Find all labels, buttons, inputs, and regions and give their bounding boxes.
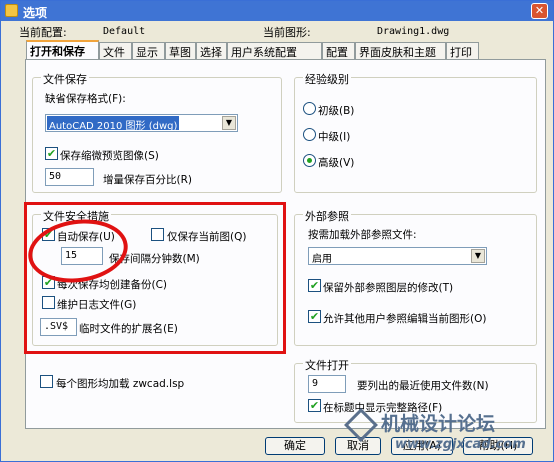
watermark-url: www.zgjxcad.com — [395, 437, 526, 452]
default-format-select[interactable]: AutoCAD 2010 图形 (dwg) ▼ — [45, 114, 238, 132]
file-open-title: 文件打开 — [303, 357, 351, 373]
default-format-value: AutoCAD 2010 图形 (dwg) — [47, 116, 180, 132]
app-icon — [5, 4, 18, 17]
tab-plot[interactable]: 打印 — [446, 42, 479, 59]
file-save-title: 文件保存 — [41, 71, 89, 87]
tab-user-preferences[interactable]: 用户系统配置 — [227, 42, 322, 59]
tab-skin-theme[interactable]: 界面皮肤和主题 — [355, 42, 446, 59]
tab-open-save[interactable]: 打开和保存 — [26, 40, 99, 60]
ok-button[interactable]: 确定 — [265, 437, 325, 455]
tab-display[interactable]: 显示 — [132, 42, 165, 59]
experience-intermediate-label: 中级(I) — [318, 131, 351, 143]
title-bar[interactable]: 选项 ✕ — [1, 1, 553, 21]
current-config-label: 当前配置: — [19, 26, 67, 39]
experience-title: 经验级别 — [303, 71, 351, 87]
incremental-save-input[interactable]: 50 — [45, 168, 94, 186]
experience-advanced-radio[interactable] — [303, 154, 316, 167]
close-icon[interactable]: ✕ — [531, 3, 548, 19]
current-drawing-value: Drawing1.dwg — [377, 26, 450, 37]
allow-xref-edit-checkbox[interactable]: ✔ — [308, 310, 321, 323]
recent-files-input[interactable]: 9 — [308, 375, 346, 393]
watermark-text: 机械设计论坛 — [381, 413, 496, 435]
experience-beginner-label: 初级(B) — [318, 105, 355, 117]
demand-load-value: 启用 — [312, 254, 332, 265]
load-each-drawing-checkbox[interactable] — [40, 375, 53, 388]
experience-beginner-radio[interactable] — [303, 102, 316, 115]
recent-files-label: 要列出的最近使用文件数(N) — [357, 380, 489, 392]
chevron-down-icon[interactable]: ▼ — [471, 249, 485, 263]
chevron-down-icon[interactable]: ▼ — [222, 116, 236, 130]
experience-intermediate-radio[interactable] — [303, 128, 316, 141]
tab-files[interactable]: 文件 — [99, 42, 132, 59]
current-drawing-label: 当前图形: — [263, 26, 311, 39]
current-config-value: Default — [103, 26, 146, 37]
options-dialog: 选项 ✕ 当前配置: Default 当前图形: Drawing1.dwg 打开… — [0, 0, 554, 462]
save-thumbnail-label: 保存缩微预览图像(S) — [60, 150, 159, 162]
incremental-save-label: 增量保存百分比(R) — [103, 174, 192, 186]
experience-advanced-label: 高级(V) — [318, 157, 355, 169]
demand-load-select[interactable]: 启用 ▼ — [308, 247, 487, 265]
save-thumbnail-checkbox[interactable]: ✔ — [45, 147, 58, 160]
window-title: 选项 — [23, 6, 48, 20]
tab-drafting[interactable]: 草图 — [165, 42, 196, 59]
xref-title: 外部参照 — [303, 208, 351, 224]
allow-xref-edit-label: 允许其他用户参照编辑当前图形(O) — [323, 313, 487, 325]
full-path-checkbox[interactable]: ✔ — [308, 399, 321, 412]
tab-selection[interactable]: 选择 — [196, 42, 227, 59]
demand-load-label: 按需加载外部参照文件: — [308, 229, 417, 241]
default-format-label: 缺省保存格式(F): — [45, 93, 126, 105]
tab-profiles[interactable]: 配置 — [322, 42, 355, 59]
site-watermark: 机械设计论坛 www.zgjxcad.com — [344, 408, 549, 461]
retain-xref-changes-checkbox[interactable]: ✔ — [308, 279, 321, 292]
logo-icon — [344, 408, 378, 442]
retain-xref-changes-label: 保留外部参照图层的修改(T) — [323, 282, 454, 294]
load-each-drawing-label: 每个图形均加载 zwcad.lsp — [56, 378, 185, 390]
